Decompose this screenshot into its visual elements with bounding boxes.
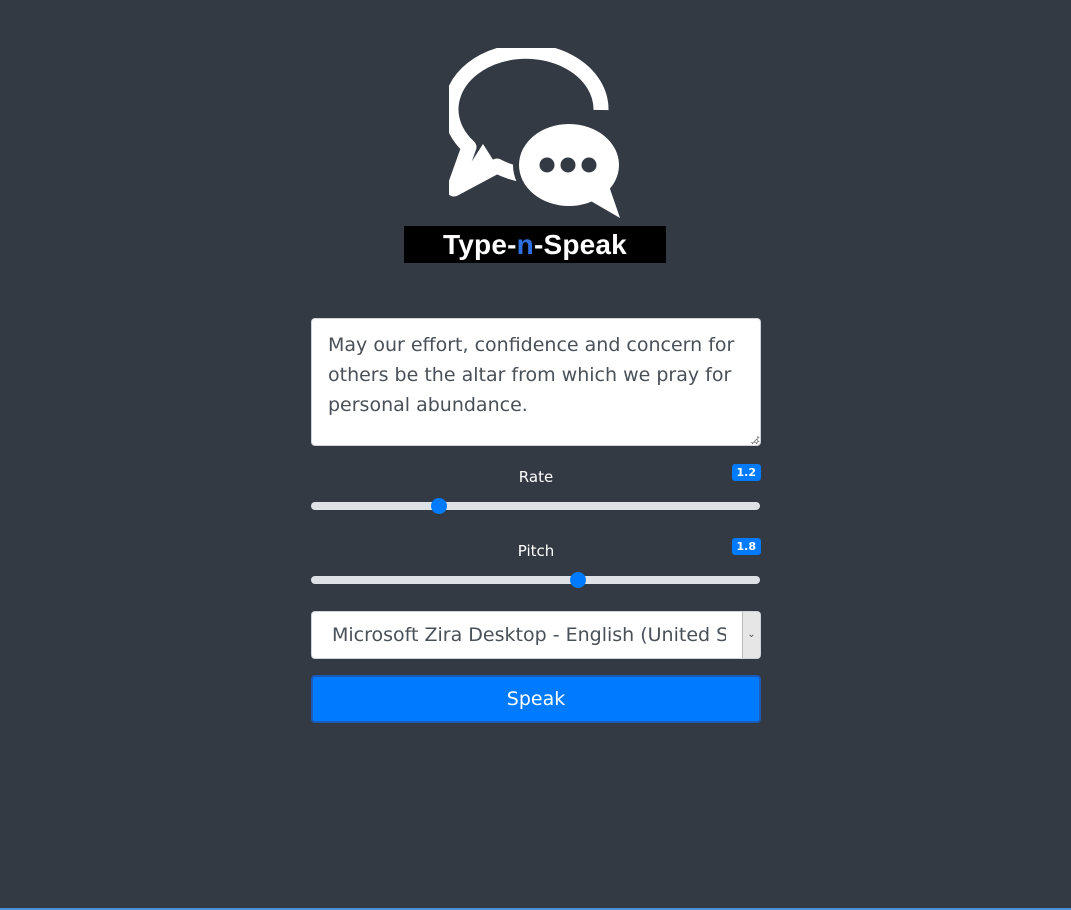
app-logo: Type-n-Speak	[404, 48, 666, 264]
app-title-prefix: Type-	[443, 229, 517, 260]
pitch-value-badge: 1.8	[731, 538, 761, 555]
app-title-banner: Type-n-Speak	[404, 226, 666, 263]
rate-label: Rate	[518, 468, 554, 486]
speech-text-input[interactable]: May our effort, confidence and concern f…	[311, 318, 761, 446]
pitch-slider-thumb[interactable]	[570, 572, 587, 588]
pitch-slider[interactable]	[311, 572, 760, 588]
voice-select-value: Microsoft Zira Desktop - English (United…	[332, 624, 726, 646]
voice-select[interactable]: Microsoft Zira Desktop - English (United…	[311, 611, 761, 659]
rate-value-badge: 1.2	[731, 464, 761, 481]
rate-slider-thumb[interactable]	[431, 498, 448, 514]
pitch-control: Pitch 1.8	[311, 538, 761, 598]
pitch-label: Pitch	[517, 542, 555, 560]
chevron-down-icon[interactable]: ⌄	[742, 612, 760, 658]
app-title-suffix: -Speak	[533, 229, 627, 260]
app-title-accent: n	[516, 229, 534, 260]
rate-control: Rate 1.2	[311, 464, 761, 524]
rate-slider[interactable]	[311, 498, 760, 514]
speak-button[interactable]: Speak	[311, 675, 761, 723]
speech-bubbles-icon	[449, 48, 624, 218]
